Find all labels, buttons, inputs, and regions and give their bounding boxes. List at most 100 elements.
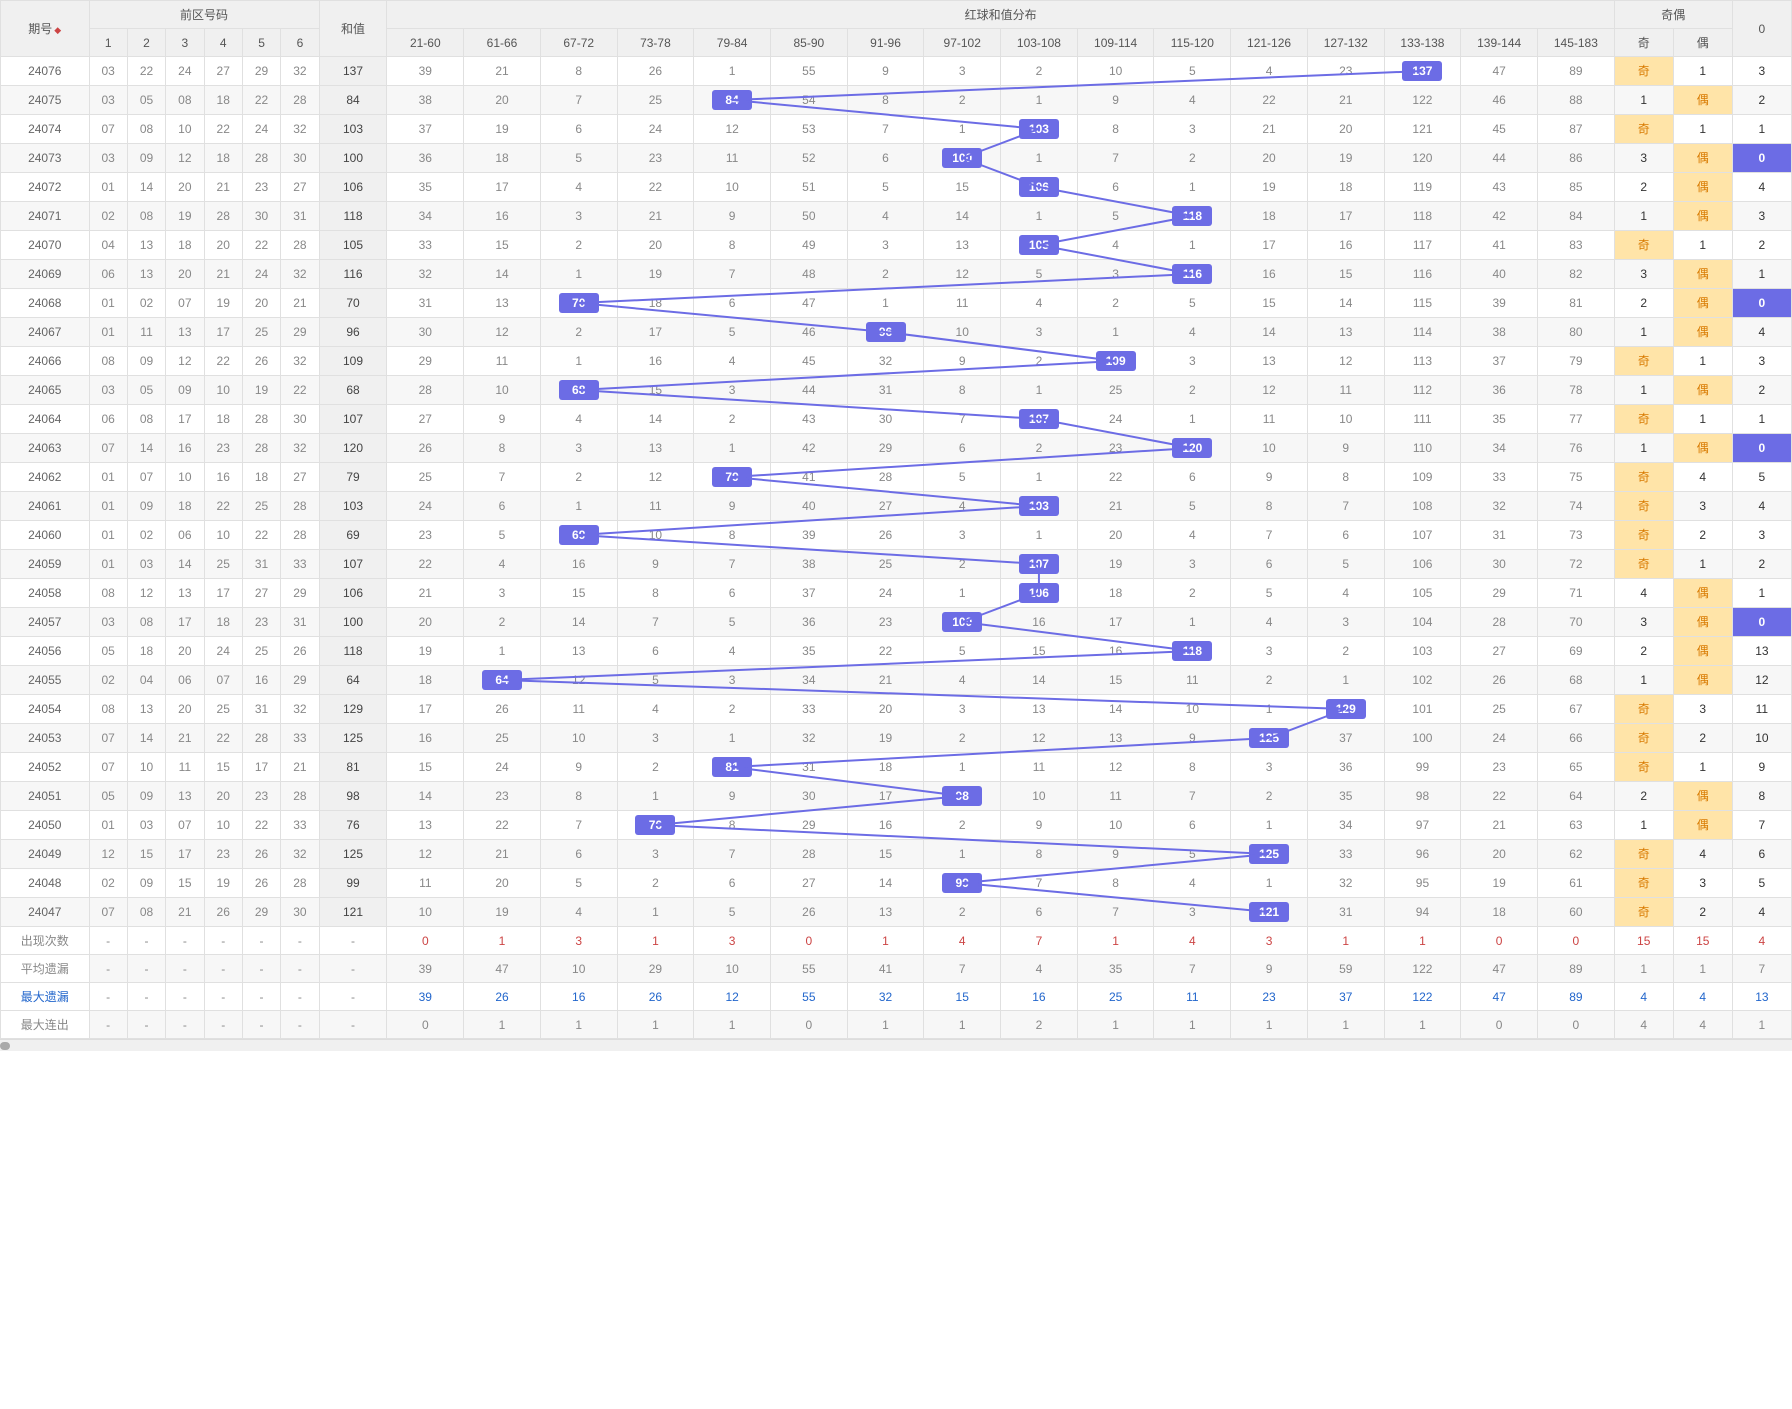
zero-cell: 11 [1732,695,1791,724]
stat-cell: - [242,955,280,983]
front-num: 30 [242,202,280,231]
dist-cell: 122 [1384,86,1461,115]
dist-cell: 46 [1461,86,1538,115]
stat-cell: 1 [924,1011,1001,1039]
odd-cell: 2 [1614,637,1673,666]
dist-cell: 1 [1001,202,1078,231]
front-num: 11 [127,318,165,347]
dist-cell: 8 [1001,840,1078,869]
dist-cell: 8 [1077,869,1154,898]
dist-cell: 112 [1384,376,1461,405]
odd-cell: 3 [1614,260,1673,289]
stat-cell: 55 [770,955,847,983]
front-num: 29 [242,57,280,86]
dist-cell: 37 [770,579,847,608]
front-num: 17 [204,318,242,347]
dist-cell: 32 [847,347,924,376]
dist-cell: 4 [1154,521,1231,550]
stat-cell: 0 [770,1011,847,1039]
dist-cell: 14 [1001,666,1078,695]
header-range-12: 127-132 [1307,29,1384,57]
dist-cell: 3 [540,434,617,463]
header-period[interactable]: 期号◆ [1,1,90,57]
odd-cell: 2 [1614,289,1673,318]
dist-cell: 85 [1538,173,1615,202]
dist-cell: 82 [1538,260,1615,289]
even-cell: 偶 [1673,144,1732,173]
dist-cell: 1 [1001,463,1078,492]
stat-cell: 16 [540,983,617,1011]
dist-cell: 1 [617,782,694,811]
front-num: 24 [166,57,204,86]
front-num: 07 [166,289,204,318]
dist-cell: 7 [694,550,771,579]
scroll-thumb[interactable] [0,1042,10,1050]
dist-cell: 31 [1307,898,1384,927]
hit-badge: 107 [1019,554,1059,574]
dist-cell: 5 [694,318,771,347]
dist-cell: 5 [1154,289,1231,318]
dist-cell: 121 [1384,115,1461,144]
dist-cell: 27 [770,869,847,898]
stat-label: 平均遗漏 [1,955,90,983]
dist-cell: 2 [1231,666,1308,695]
front-num: 19 [204,289,242,318]
dist-cell: 16 [1231,260,1308,289]
front-num: 21 [204,260,242,289]
front-num: 24 [242,260,280,289]
dist-cell: 7 [1231,521,1308,550]
dist-cell: 18 [1231,202,1308,231]
dist-cell: 1 [847,289,924,318]
dist-cell: 4 [540,173,617,202]
dist-cell: 67 [1538,695,1615,724]
sum-cell: 118 [319,637,387,666]
dist-cell: 8 [847,86,924,115]
dist-cell: 6 [1154,811,1231,840]
front-num: 19 [204,869,242,898]
dist-cell: 34 [387,202,464,231]
stat-cell: 41 [847,955,924,983]
dist-cell: 1 [1154,405,1231,434]
stat-cell: 39 [387,983,464,1011]
horizontal-scrollbar[interactable] [0,1039,1792,1051]
dist-cell: 42 [1461,202,1538,231]
period-cell: 24051 [1,782,90,811]
sum-cell: 103 [319,492,387,521]
stat-label: 最大遗漏 [1,983,90,1011]
front-num: 21 [166,898,204,927]
dist-cell: 26 [1461,666,1538,695]
dist-cell: 12 [540,666,617,695]
dist-cell: 31 [1461,521,1538,550]
dist-cell: 11 [1077,782,1154,811]
stat-cell: 15 [1673,927,1732,955]
sum-cell: 81 [319,753,387,782]
table-row: 2405808121317272910621315863724110618254… [1,579,1792,608]
dist-cell: 14 [464,260,541,289]
stat-cell: 15 [1614,927,1673,955]
stat-cell: 1 [1077,1011,1154,1039]
dist-cell: 1 [924,579,1001,608]
dist-cell: 7 [1001,869,1078,898]
dist-cell: 10 [1001,782,1078,811]
table-row: 2406503050910192268281068153443181252121… [1,376,1792,405]
table-row: 2404707082126293012110194152613267312131… [1,898,1792,927]
zero-cell: 3 [1732,347,1791,376]
dist-cell: 6 [847,144,924,173]
front-num: 17 [166,840,204,869]
dist-cell: 9 [694,202,771,231]
stat-cell: 4 [1614,983,1673,1011]
dist-cell: 2 [1231,782,1308,811]
sum-cell: 118 [319,202,387,231]
front-num: 13 [127,231,165,260]
dist-cell: 10 [1231,434,1308,463]
table-row: 2405502040607162964186412533421414151121… [1,666,1792,695]
dist-cell: 118 [1154,637,1231,666]
dist-cell: 21 [464,57,541,86]
stat-cell: 1 [1384,1011,1461,1039]
dist-cell: 6 [1001,898,1078,927]
dist-cell: 2 [924,550,1001,579]
front-num: 19 [166,202,204,231]
dist-cell: 76 [617,811,694,840]
front-num: 28 [281,521,319,550]
front-num: 18 [204,608,242,637]
